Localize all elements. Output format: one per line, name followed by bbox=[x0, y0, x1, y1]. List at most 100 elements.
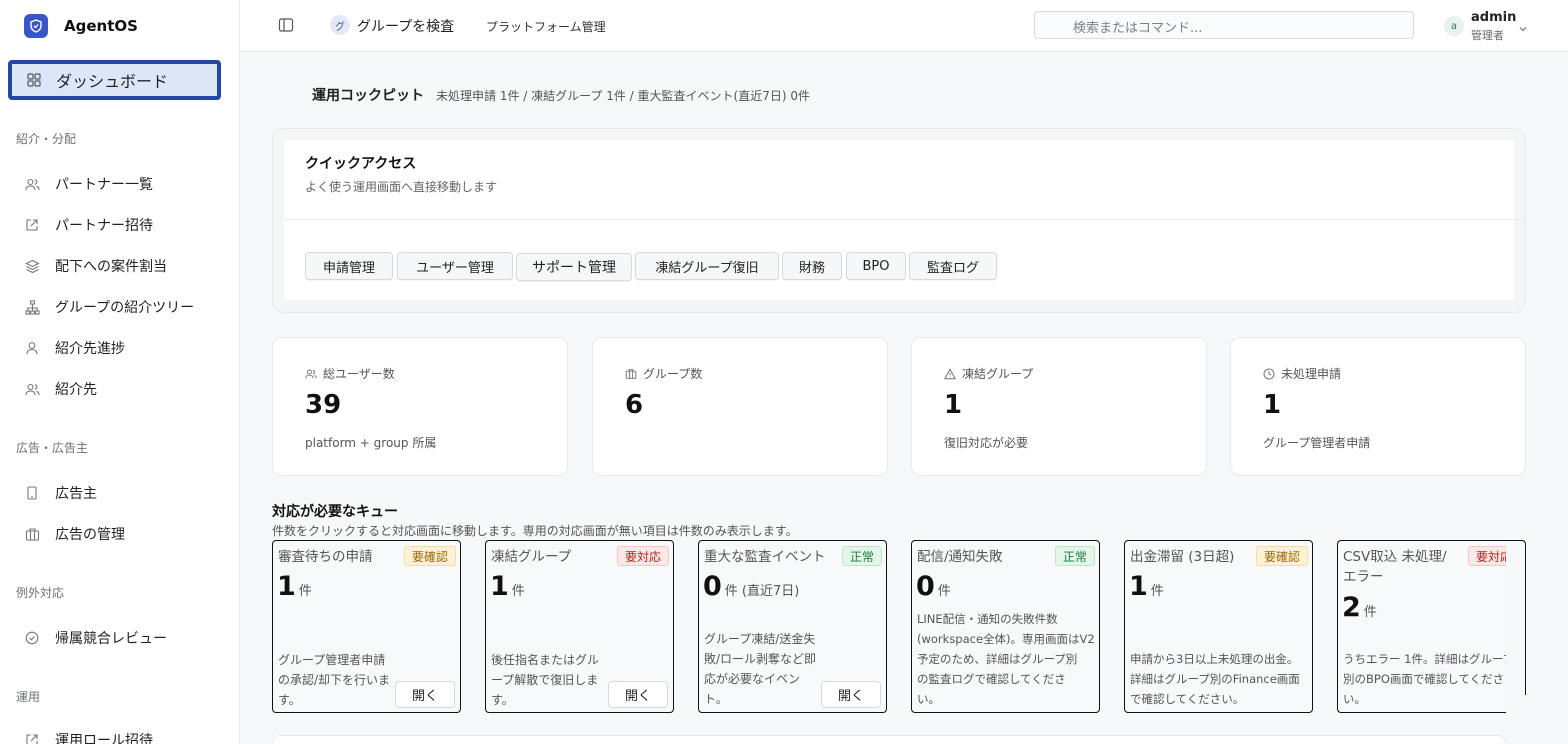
warning-icon bbox=[943, 367, 957, 380]
stat-card-groups: グループ数 6 bbox=[592, 337, 888, 476]
building-icon bbox=[24, 526, 40, 542]
stat-label: グループ数 bbox=[643, 367, 703, 381]
quick-link-support[interactable]: サポート管理 bbox=[516, 253, 632, 281]
next-section-edge bbox=[272, 735, 1506, 744]
top-bar: グ グループを検査 プラットフォーム管理 検索またはコマンド... a admi… bbox=[240, 0, 1568, 52]
stat-card-frozen-groups: 凍結グループ 1 復旧対応が必要 bbox=[911, 337, 1207, 476]
section-exceptions: 例外対応 bbox=[16, 586, 65, 600]
queue-card-name: 配信/通知失敗 bbox=[917, 549, 1003, 565]
stat-note: 復旧対応が必要 bbox=[944, 436, 1029, 450]
queue-card-payout-stalled: 出金滞留 (3日超) 要確認 1件 申請から3日以上未処理の出金。 詳細はグルー… bbox=[1124, 540, 1313, 713]
brand[interactable]: AgentOS bbox=[0, 0, 239, 52]
chevron-down-icon[interactable] bbox=[1518, 19, 1528, 32]
users-icon bbox=[24, 176, 40, 192]
stat-value: 39 bbox=[305, 390, 342, 420]
queue-card-delivery-failures: 配信/通知失敗 正常 0件 LINE配信・通知の失敗件数 (workspace全… bbox=[911, 540, 1100, 713]
section-referral: 紹介・分配 bbox=[16, 132, 77, 146]
quick-link-frozen-recovery[interactable]: 凍結グループ復旧 bbox=[635, 252, 779, 280]
search-input[interactable]: 検索またはコマンド... bbox=[1034, 11, 1414, 39]
quick-link-applications[interactable]: 申請管理 bbox=[305, 252, 393, 280]
queue-card-pending-review[interactable]: 審査待ちの申請 要確認 1件 グループ管理者申請 の承認/却下を行いま す。 開… bbox=[272, 540, 461, 713]
external-link-icon bbox=[24, 217, 40, 233]
app-name: AgentOS bbox=[64, 17, 138, 35]
quick-link-users[interactable]: ユーザー管理 bbox=[397, 252, 513, 280]
status-badge: 要確認 bbox=[1255, 546, 1308, 566]
sidebar-item-case-assign[interactable]: 配下への案件割当 bbox=[0, 248, 239, 284]
search-icon bbox=[1049, 19, 1062, 34]
queue-card-name: 凍結グループ bbox=[491, 549, 572, 565]
user-role: 管理者 bbox=[1471, 29, 1504, 42]
stat-label: 未処理申請 bbox=[1281, 367, 1342, 381]
sidebar: AgentOS ダッシュボード 紹介・分配 パートナー一覧 パートナー招待 配下… bbox=[0, 0, 240, 744]
clock-icon bbox=[1263, 368, 1275, 380]
stat-card-pending-applications: 未処理申請 1 グループ管理者申請 bbox=[1230, 337, 1526, 476]
section-ads: 広告・広告主 bbox=[16, 441, 89, 455]
stat-note: グループ管理者申請 bbox=[1263, 436, 1371, 450]
page-title: 運用コックピット bbox=[312, 88, 424, 104]
inspect-group-button[interactable]: グループを検査 bbox=[357, 16, 454, 36]
section-operations: 運用 bbox=[16, 690, 41, 704]
sidebar-item-attribution-review[interactable]: 帰属競合レビュー bbox=[0, 620, 239, 656]
status-badge: 要対応 bbox=[616, 546, 669, 566]
sidebar-item-referral-tree[interactable]: グループの紹介ツリー bbox=[0, 289, 239, 325]
quick-link-finance[interactable]: 財務 bbox=[782, 252, 842, 280]
quick-access-title: クイックアクセス bbox=[305, 156, 417, 172]
queue-count: 2件 bbox=[1342, 592, 1377, 623]
stat-card-total-users: 総ユーザー数 39 platform + group 所属 bbox=[272, 337, 568, 476]
stat-value: 1 bbox=[944, 390, 963, 420]
user-name[interactable]: admin bbox=[1471, 10, 1516, 25]
sidebar-toggle-icon[interactable] bbox=[278, 17, 294, 33]
queue-title: 対応が必要なキュー bbox=[272, 504, 398, 520]
queue-count: 1件 bbox=[1129, 571, 1164, 602]
sidebar-item-partner-list[interactable]: パートナー一覧 bbox=[0, 166, 239, 202]
queue-card-name: 重大な監査イベント bbox=[704, 549, 826, 565]
user-icon bbox=[24, 340, 40, 356]
open-button[interactable]: 開く bbox=[608, 681, 668, 708]
status-badge: 要確認 bbox=[403, 546, 456, 566]
grid-icon bbox=[26, 72, 42, 88]
quick-link-bpo[interactable]: BPO bbox=[846, 252, 906, 280]
sidebar-item-partner-invite[interactable]: パートナー招待 bbox=[0, 207, 239, 243]
device-icon bbox=[24, 485, 40, 501]
quick-access-subtitle: よく使う運用画面へ直接移動します bbox=[305, 180, 498, 194]
sidebar-item-ops-role-invite[interactable]: 運用ロール招待 bbox=[0, 722, 239, 744]
queue-card-critical-audit[interactable]: 重大な監査イベント 正常 0件 (直近7日) グループ凍結/送金失 敗/ロール剥… bbox=[698, 540, 887, 713]
sidebar-item-referrals[interactable]: 紹介先 bbox=[0, 371, 239, 407]
avatar[interactable]: a bbox=[1444, 16, 1464, 36]
queue-count[interactable]: 0件 (直近7日) bbox=[703, 571, 799, 602]
users-icon bbox=[305, 368, 317, 380]
tree-icon bbox=[24, 299, 40, 315]
group-avatar[interactable]: グ bbox=[330, 15, 350, 35]
queue-count: 0件 bbox=[916, 571, 951, 602]
shield-logo-icon bbox=[24, 14, 48, 38]
status-badge: 正常 bbox=[841, 546, 882, 566]
queue-count[interactable]: 1件 bbox=[277, 571, 312, 602]
sidebar-item-referral-progress[interactable]: 紹介先進捗 bbox=[0, 330, 239, 366]
users-icon bbox=[24, 381, 40, 397]
queue-card-name: 出金滞留 (3日超) bbox=[1130, 549, 1235, 565]
external-link-icon bbox=[24, 732, 40, 744]
queue-card-name: CSV取込 未処理/ エラー bbox=[1343, 549, 1447, 585]
sidebar-item-ad-management[interactable]: 広告の管理 bbox=[0, 516, 239, 552]
sidebar-item-label: ダッシュボード bbox=[56, 72, 169, 91]
page-summary: 未処理申請 1件 / 凍結グループ 1件 / 重大監査イベント(直近7日) 0件 bbox=[436, 89, 810, 103]
queue-card-csv-import: CSV取込 未処理/ エラー 要対応 2件 うちエラー 1件。詳細はグループ 別… bbox=[1337, 540, 1506, 713]
stat-label: 凍結グループ bbox=[962, 367, 1034, 381]
search-placeholder: 検索またはコマンド... bbox=[1073, 21, 1203, 36]
queue-card-name: 審査待ちの申請 bbox=[278, 549, 373, 565]
queue-count[interactable]: 1件 bbox=[490, 571, 525, 602]
open-button[interactable]: 開く bbox=[395, 681, 455, 708]
open-button[interactable]: 開く bbox=[821, 681, 881, 708]
sidebar-item-advertisers[interactable]: 広告主 bbox=[0, 475, 239, 511]
stat-note: platform + group 所属 bbox=[305, 436, 437, 450]
stat-value: 1 bbox=[1263, 390, 1282, 420]
queue-subtitle: 件数をクリックすると対応画面に移動します。専用の対応画面が無い項目は件数のみ表示… bbox=[272, 524, 798, 538]
card-edge bbox=[1506, 540, 1526, 695]
platform-admin-link[interactable]: プラットフォーム管理 bbox=[486, 18, 606, 35]
divider bbox=[284, 219, 1526, 220]
queue-card-frozen-group[interactable]: 凍結グループ 要対応 1件 後任指名またはグル ープ解散で復旧しま す。 開く bbox=[485, 540, 674, 713]
sidebar-item-dashboard[interactable]: ダッシュボード bbox=[8, 60, 221, 100]
status-badge: 正常 bbox=[1054, 546, 1095, 566]
stat-label: 総ユーザー数 bbox=[323, 367, 395, 381]
quick-link-audit-log[interactable]: 監査ログ bbox=[909, 252, 997, 280]
